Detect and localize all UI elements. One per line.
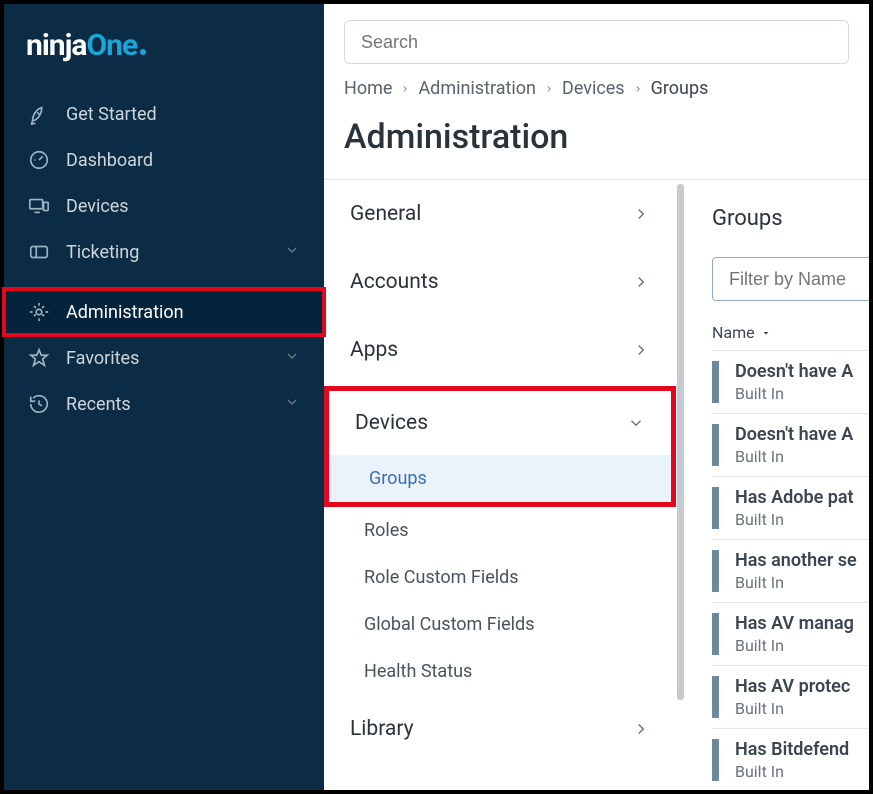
sidebar-item-label: Dashboard bbox=[66, 150, 153, 171]
group-indicator-icon bbox=[712, 613, 719, 655]
sidebar-item-label: Devices bbox=[66, 196, 129, 217]
gauge-icon bbox=[28, 149, 50, 171]
acc-accounts[interactable]: Accounts bbox=[324, 248, 676, 316]
chevron-right-icon bbox=[633, 84, 643, 94]
group-indicator-icon bbox=[712, 487, 719, 529]
chevron-right-icon bbox=[400, 84, 410, 94]
group-indicator-icon bbox=[712, 676, 719, 718]
acc-label: Devices bbox=[355, 411, 428, 435]
list-item[interactable]: Has BitdefendBuilt In bbox=[712, 728, 869, 790]
group-indicator-icon bbox=[712, 739, 719, 781]
chevron-down-icon bbox=[284, 242, 300, 263]
acc-label: Accounts bbox=[350, 270, 439, 294]
logo[interactable]: ninjaOne bbox=[4, 22, 324, 91]
group-indicator-icon bbox=[712, 424, 719, 466]
breadcrumb-item: Groups bbox=[651, 78, 709, 99]
chevron-right-icon bbox=[632, 273, 650, 291]
search-input[interactable] bbox=[344, 20, 849, 64]
devices-icon bbox=[28, 195, 50, 217]
sidebar-item-favorites[interactable]: Favorites bbox=[4, 335, 324, 381]
chevron-right-icon bbox=[632, 341, 650, 359]
sidebar-item-label: Favorites bbox=[66, 348, 139, 369]
chevron-down-icon bbox=[284, 348, 300, 369]
sidebar-item-label: Administration bbox=[66, 302, 184, 323]
chevron-right-icon bbox=[632, 720, 650, 738]
breadcrumb: Home Administration Devices Groups bbox=[324, 78, 869, 99]
chevron-down-icon bbox=[284, 394, 300, 415]
acc-label: Library bbox=[350, 717, 414, 741]
sidebar: ninjaOne Get Started Dashboard Devices T… bbox=[4, 4, 324, 790]
star-icon bbox=[28, 347, 50, 369]
acc-sub-role-custom-fields[interactable]: Role Custom Fields bbox=[324, 554, 676, 601]
sidebar-item-get-started[interactable]: Get Started bbox=[4, 91, 324, 137]
groups-panel: Groups Name Doesn't have ABuilt In Doesn… bbox=[684, 180, 869, 790]
acc-apps[interactable]: Apps bbox=[324, 316, 676, 384]
logo-dot-icon bbox=[140, 49, 146, 55]
sidebar-item-label: Ticketing bbox=[66, 242, 139, 263]
sidebar-item-recents[interactable]: Recents bbox=[4, 381, 324, 427]
acc-general[interactable]: General bbox=[324, 180, 676, 248]
breadcrumb-item[interactable]: Devices bbox=[562, 78, 625, 99]
acc-devices[interactable]: Devices bbox=[329, 391, 671, 455]
breadcrumb-item[interactable]: Administration bbox=[418, 78, 536, 99]
gear-icon bbox=[28, 301, 50, 323]
list-item[interactable]: Has AV protecBuilt In bbox=[712, 665, 869, 728]
page-title: Administration bbox=[324, 99, 869, 179]
scrollbar[interactable] bbox=[677, 184, 684, 700]
acc-sub-health-status[interactable]: Health Status bbox=[324, 648, 676, 695]
main-content: Home Administration Devices Groups Admin… bbox=[324, 4, 869, 790]
caret-down-icon bbox=[761, 328, 771, 338]
acc-label: Apps bbox=[350, 338, 398, 362]
groups-list: Doesn't have ABuilt In Doesn't have ABui… bbox=[712, 350, 869, 790]
acc-sub-roles[interactable]: Roles bbox=[324, 507, 676, 554]
filter-input[interactable] bbox=[712, 257, 869, 301]
chevron-right-icon bbox=[544, 84, 554, 94]
sidebar-item-devices[interactable]: Devices bbox=[4, 183, 324, 229]
sidebar-item-label: Recents bbox=[66, 394, 131, 415]
ticket-icon bbox=[28, 241, 50, 263]
chevron-down-icon bbox=[627, 414, 645, 432]
rocket-icon bbox=[28, 103, 50, 125]
acc-library[interactable]: Library bbox=[324, 695, 676, 763]
list-item[interactable]: Doesn't have ABuilt In bbox=[712, 413, 869, 476]
logo-text-left: ninja bbox=[26, 28, 86, 63]
list-item[interactable]: Has Adobe patBuilt In bbox=[712, 476, 869, 539]
group-indicator-icon bbox=[712, 550, 719, 592]
acc-sub-groups[interactable]: Groups bbox=[329, 455, 671, 502]
panel-title: Groups bbox=[712, 206, 869, 231]
breadcrumb-item[interactable]: Home bbox=[344, 78, 392, 99]
group-indicator-icon bbox=[712, 361, 719, 403]
highlight-devices-box: Devices Groups bbox=[324, 386, 676, 507]
column-header-name[interactable]: Name bbox=[712, 323, 869, 342]
settings-accordion: General Accounts Apps Devices Groups Rol… bbox=[324, 180, 684, 790]
chevron-right-icon bbox=[632, 205, 650, 223]
list-item[interactable]: Doesn't have ABuilt In bbox=[712, 350, 869, 413]
sidebar-item-dashboard[interactable]: Dashboard bbox=[4, 137, 324, 183]
sidebar-item-ticketing[interactable]: Ticketing bbox=[4, 229, 324, 275]
acc-sub-global-custom-fields[interactable]: Global Custom Fields bbox=[324, 601, 676, 648]
list-item[interactable]: Has another seBuilt In bbox=[712, 539, 869, 602]
sidebar-item-administration[interactable]: Administration bbox=[4, 289, 324, 335]
history-icon bbox=[28, 393, 50, 415]
logo-text-right: One bbox=[86, 28, 137, 63]
list-item[interactable]: Has AV managBuilt In bbox=[712, 602, 869, 665]
sidebar-item-label: Get Started bbox=[66, 104, 157, 125]
acc-label: General bbox=[350, 202, 421, 226]
